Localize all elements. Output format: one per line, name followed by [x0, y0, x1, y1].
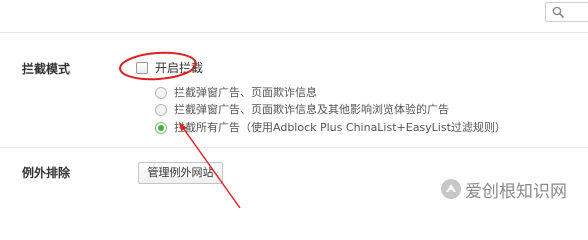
block-option-popups[interactable]: 拦截弹窗广告、页面欺诈信息	[155, 85, 317, 101]
block-mode-label: 拦截模式	[22, 62, 71, 76]
divider	[0, 147, 588, 148]
radio-button-selected[interactable]	[155, 122, 167, 134]
enable-block-label: 开启拦截	[155, 61, 204, 75]
divider	[0, 32, 588, 33]
block-option-intrusive[interactable]: 拦截弹窗广告、页面欺诈信息及其他影响浏览体验的广告	[155, 102, 449, 118]
enable-block-row[interactable]: 开启拦截	[136, 60, 203, 76]
radio-label: 拦截弹窗广告、页面欺诈信息及其他影响浏览体验的广告	[174, 103, 449, 116]
watermark-text: 爱创根知识网	[465, 181, 567, 202]
watermark: 爱创根知识网	[440, 176, 567, 202]
radio-label: 拦截所有广告（使用Adblock Plus ChinaList+EasyList…	[174, 121, 506, 134]
manage-exceptions-button[interactable]: 管理例外网站	[138, 162, 223, 184]
radio-button[interactable]	[155, 87, 167, 99]
watermark-logo-icon	[441, 179, 461, 199]
radio-button[interactable]	[155, 104, 167, 116]
search-icon	[552, 6, 564, 18]
exceptions-label: 例外排除	[22, 166, 71, 180]
top-bar	[0, 0, 588, 32]
search-box[interactable]	[545, 2, 588, 22]
block-option-all[interactable]: 拦截所有广告（使用Adblock Plus ChinaList+EasyList…	[155, 120, 506, 136]
radio-label: 拦截弹窗广告、页面欺诈信息	[174, 86, 317, 99]
enable-block-checkbox[interactable]	[136, 62, 148, 74]
